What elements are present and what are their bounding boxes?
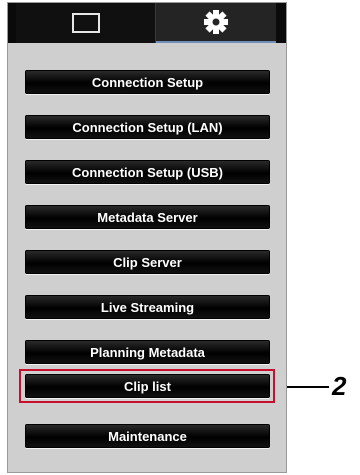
maintenance-button[interactable]: Maintenance [25,424,270,448]
metadata-server-button[interactable]: Metadata Server [25,205,270,229]
tab-monitor[interactable] [16,3,156,43]
tab-bar-edge [8,3,16,43]
connection-setup-button[interactable]: Connection Setup [25,70,270,94]
tab-bar-edge [276,3,286,43]
clip-server-button[interactable]: Clip Server [25,250,270,274]
connection-setup-usb-button[interactable]: Connection Setup (USB) [25,160,270,184]
clip-list-button[interactable]: Clip list [25,374,270,398]
live-streaming-button[interactable]: Live Streaming [25,295,270,319]
monitor-icon [71,13,100,33]
tab-bar [8,3,286,43]
callout-number: 2 [332,371,347,401]
connection-setup-lan-button[interactable]: Connection Setup (LAN) [25,115,270,139]
tab-settings[interactable] [156,3,276,43]
planning-metadata-button[interactable]: Planning Metadata [25,340,270,364]
gear-icon [204,10,228,34]
callout-line [287,386,329,388]
settings-panel: Connection Setup Connection Setup (LAN) … [7,2,287,473]
